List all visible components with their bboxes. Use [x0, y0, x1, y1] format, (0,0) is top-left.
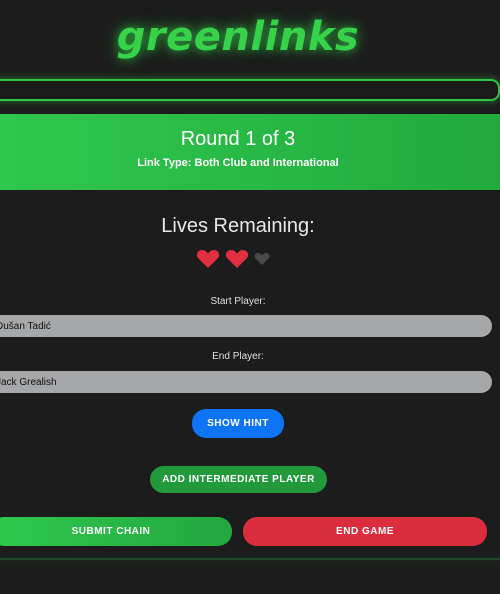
round-title: Round 1 of 3 [180, 128, 296, 150]
heart-full-icon [225, 249, 249, 269]
end-player-label: End Player: [212, 351, 264, 362]
start-player-label: Start Player: [210, 296, 266, 307]
heart-full-icon [196, 249, 220, 269]
add-intermediate-player-button[interactable]: ADD INTERMEDIATE PLAYER [150, 466, 327, 493]
show-hint-button[interactable]: SHOW HINT [192, 409, 284, 438]
round-banner: Round 1 of 3 Link Type: Both Club and In… [0, 114, 500, 190]
bottom-divider [0, 558, 500, 560]
lives-title: Lives Remaining: [161, 215, 315, 237]
submit-chain-button[interactable]: SUBMIT CHAIN [0, 517, 232, 546]
link-type-label: Link Type: Both Club and International [137, 157, 339, 169]
end-player-input[interactable] [0, 371, 492, 393]
start-player-input[interactable] [0, 315, 492, 337]
round-progress-bar [0, 79, 500, 101]
end-game-button[interactable]: END GAME [243, 517, 487, 546]
lives-hearts [196, 249, 270, 269]
app-logo: greenlinks [116, 14, 360, 60]
heart-empty-icon [254, 252, 270, 266]
